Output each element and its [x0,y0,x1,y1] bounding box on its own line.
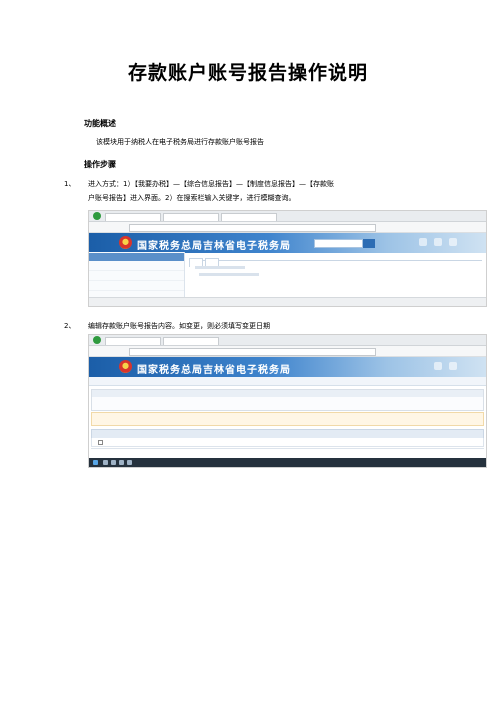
step1-number: 1、 [64,180,76,188]
main-area [189,252,482,298]
browser-toolbar-icons [380,224,480,239]
browser-tab[interactable] [163,337,219,345]
browser-tab-bar [89,335,486,346]
browser-toolbar-icons [380,348,480,363]
step2-number: 2、 [64,322,76,330]
browser-logo-icon [93,336,101,344]
logout-icon[interactable] [449,362,457,370]
result-line[interactable] [195,266,245,269]
browser-logo-icon [93,212,101,220]
info-panel-header [92,390,483,397]
start-icon[interactable] [93,460,98,465]
table-pager [91,448,484,457]
address-bar [89,222,486,239]
menu-item[interactable] [89,281,184,291]
url-field[interactable] [129,348,376,356]
banner-title: 国家税务总局吉林省电子税务局 [137,365,291,376]
browser-tab[interactable] [221,213,277,221]
browser-tab-bar [89,211,486,222]
menu-group[interactable] [89,253,184,261]
main-tabs [189,252,482,267]
overview-heading: 功能概述 [84,119,116,128]
breadcrumb [89,377,486,386]
taskbar-icon[interactable] [127,460,132,465]
menu-item[interactable] [89,261,184,271]
site-search-input[interactable] [314,239,363,248]
screenshot-2: 国家税务总局吉林省电子税务局 [88,334,487,468]
browser-tab[interactable] [163,213,219,221]
result-line[interactable] [199,273,259,276]
tax-emblem-icon [119,360,132,373]
steps-heading: 操作步骤 [84,160,116,169]
url-field[interactable] [129,224,376,232]
step1-line1: 进入方式：1）【我要办税】—【综合信息报告】—【制度信息报告】—【存款账 [88,180,334,188]
windows-taskbar [89,458,486,467]
banner-title: 国家税务总局吉林省电子税务局 [137,241,291,252]
step2-text: 编辑存款账户账号报告内容。如变更，则必须填写变更日期 [88,322,270,330]
step1-line2: 户账号报告】进入界面。2）在搜索栏输入关键字，进行模糊查询。 [88,194,296,202]
left-menu [89,252,185,306]
status-bar [89,297,486,306]
info-row [92,403,483,409]
screenshot-1: 国家税务总局吉林省电子税务局 [88,210,487,307]
overview-text: 该模块用于纳税人在电子税务局进行存款账户账号报告 [96,138,264,146]
taskbar-icon[interactable] [119,460,124,465]
site-banner: 国家税务总局吉林省电子税务局 [89,233,486,253]
table-row[interactable] [91,438,484,447]
browser-tab[interactable] [105,337,161,345]
site-banner: 国家税务总局吉林省电子税务局 [89,357,486,377]
search-button[interactable] [363,239,375,248]
address-bar [89,346,486,363]
user-icon[interactable] [434,362,442,370]
logout-icon[interactable] [449,238,457,246]
browser-tab[interactable] [105,213,161,221]
row-checkbox[interactable] [98,440,103,445]
taskbar-icon[interactable] [111,460,116,465]
tax-emblem-icon [119,236,132,249]
notice-box [91,412,484,426]
user-icon[interactable] [419,238,427,246]
menu-item[interactable] [89,271,184,281]
message-icon[interactable] [434,238,442,246]
document-title: 存款账户账号报告操作说明 [127,62,368,84]
taxpayer-info-panel [91,389,484,411]
taskbar-icon[interactable] [103,460,108,465]
